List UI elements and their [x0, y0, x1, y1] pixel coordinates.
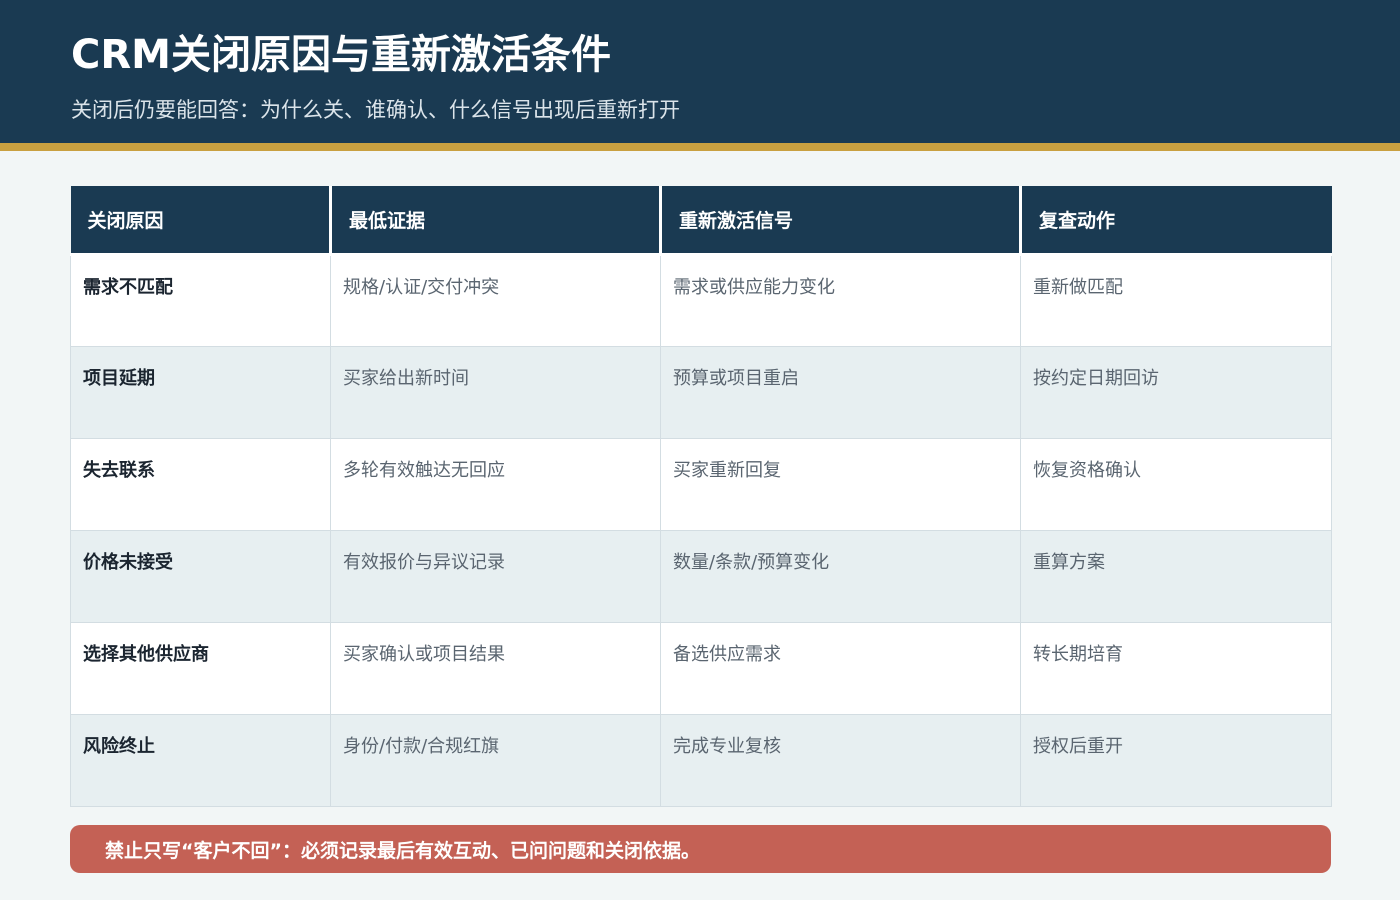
evidence-cell: 有效报价与异议记录 [330, 529, 661, 623]
column-header-minimum-evidence: 最低证据 [330, 186, 662, 256]
action-cell: 转长期培育 [1020, 621, 1332, 715]
warning-banner: 禁止只写“客户不回”：必须记录最后有效互动、已问问题和关闭依据。 [70, 825, 1331, 873]
column-header-review-action: 复查动作 [1020, 186, 1332, 256]
signal-cell: 买家重新回复 [660, 437, 1021, 531]
table-header-row: 关闭原因 最低证据 重新激活信号 复查动作 [70, 186, 1332, 256]
header-accent-rule [0, 143, 1400, 151]
evidence-cell: 买家确认或项目结果 [330, 621, 661, 715]
evidence-cell: 规格/认证/交付冲突 [330, 253, 661, 347]
close-reason-cell: 选择其他供应商 [70, 621, 331, 715]
table-row: 选择其他供应商 买家确认或项目结果 备选供应需求 转长期培育 [70, 621, 1332, 715]
signal-cell: 需求或供应能力变化 [660, 253, 1021, 347]
column-header-reactivation-signal: 重新激活信号 [660, 186, 1022, 256]
signal-cell: 备选供应需求 [660, 621, 1021, 715]
close-reason-cell: 需求不匹配 [70, 253, 331, 347]
signal-cell: 完成专业复核 [660, 713, 1021, 807]
evidence-cell: 多轮有效触达无回应 [330, 437, 661, 531]
closure-reasons-table: 关闭原因 最低证据 重新激活信号 复查动作 需求不匹配 规格/认证/交付冲突 需… [70, 186, 1332, 807]
evidence-cell: 身份/付款/合规红旗 [330, 713, 661, 807]
header-bar: CRM关闭原因与重新激活条件 关闭后仍要能回答：为什么关、谁确认、什么信号出现后… [0, 0, 1400, 143]
action-cell: 授权后重开 [1020, 713, 1332, 807]
action-cell: 恢复资格确认 [1020, 437, 1332, 531]
table-row: 项目延期 买家给出新时间 预算或项目重启 按约定日期回访 [70, 345, 1332, 439]
close-reason-cell: 价格未接受 [70, 529, 331, 623]
action-cell: 重新做匹配 [1020, 253, 1332, 347]
warning-banner-text: 禁止只写“客户不回”：必须记录最后有效互动、已问问题和关闭依据。 [105, 839, 700, 862]
column-header-close-reason: 关闭原因 [70, 186, 332, 256]
close-reason-cell: 风险终止 [70, 713, 331, 807]
signal-cell: 预算或项目重启 [660, 345, 1021, 439]
close-reason-cell: 失去联系 [70, 437, 331, 531]
table-row: 失去联系 多轮有效触达无回应 买家重新回复 恢复资格确认 [70, 437, 1332, 531]
signal-cell: 数量/条款/预算变化 [660, 529, 1021, 623]
page-title: CRM关闭原因与重新激活条件 [71, 32, 611, 78]
table-row: 价格未接受 有效报价与异议记录 数量/条款/预算变化 重算方案 [70, 529, 1332, 623]
table-row: 风险终止 身份/付款/合规红旗 完成专业复核 授权后重开 [70, 713, 1332, 807]
close-reason-cell: 项目延期 [70, 345, 331, 439]
page-subtitle: 关闭后仍要能回答：为什么关、谁确认、什么信号出现后重新打开 [71, 98, 680, 122]
evidence-cell: 买家给出新时间 [330, 345, 661, 439]
action-cell: 重算方案 [1020, 529, 1332, 623]
table-row: 需求不匹配 规格/认证/交付冲突 需求或供应能力变化 重新做匹配 [70, 253, 1332, 347]
action-cell: 按约定日期回访 [1020, 345, 1332, 439]
